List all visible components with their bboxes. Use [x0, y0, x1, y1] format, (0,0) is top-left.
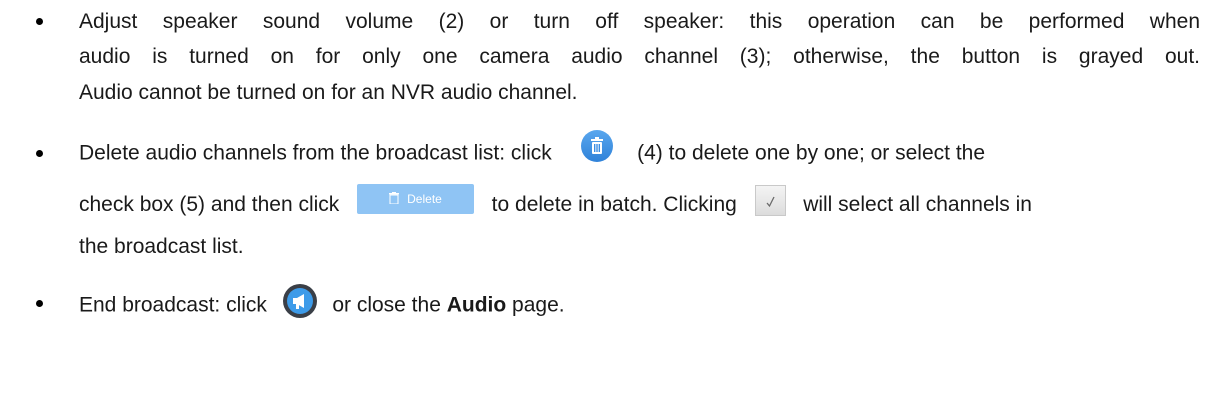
item-3-line: End broadcast: click or close the Audio … [79, 284, 565, 323]
trash-circle-icon [581, 130, 614, 162]
item-1-line-3: Audio cannot be turned on for an NVR aud… [79, 81, 578, 104]
delete-button-icon: Delete [356, 183, 474, 214]
item-2-line-2-text-b: to delete in batch. Clicking [491, 193, 737, 217]
item-1-line-1: Adjust speaker sound volume (2) or turn … [79, 10, 1200, 33]
broadcast-speaker-icon [282, 284, 317, 318]
item-3-text-b: or close the [332, 293, 441, 317]
item-2-line-1: Delete audio channels from the broadcast… [79, 130, 986, 170]
item-1-line-2: audio is turned on for only one camera a… [79, 45, 1200, 68]
bullet-2 [36, 150, 43, 157]
delete-button-label: Delete [407, 191, 442, 206]
item-3-text-c: page. [512, 293, 565, 317]
item-2-line-1-text-b: (4) to delete one by one; or select the [637, 141, 986, 165]
item-2-line-1-text-a: Delete audio channels from the broadcast… [79, 141, 552, 165]
item-2-line-3: the broadcast list. [79, 235, 244, 258]
item-2-line-2: check box (5) and then click Delete to d… [79, 183, 1032, 221]
item-3-text-a: End broadcast: click [79, 293, 267, 317]
select-all-check-icon [754, 185, 786, 216]
bullet-1 [36, 18, 43, 25]
item-2-line-2-text-c: will select all channels in [803, 193, 1032, 217]
item-2-line-2-text-a: check box (5) and then click [79, 193, 340, 217]
bullet-3 [36, 300, 43, 307]
audio-page-name: Audio [446, 293, 507, 317]
